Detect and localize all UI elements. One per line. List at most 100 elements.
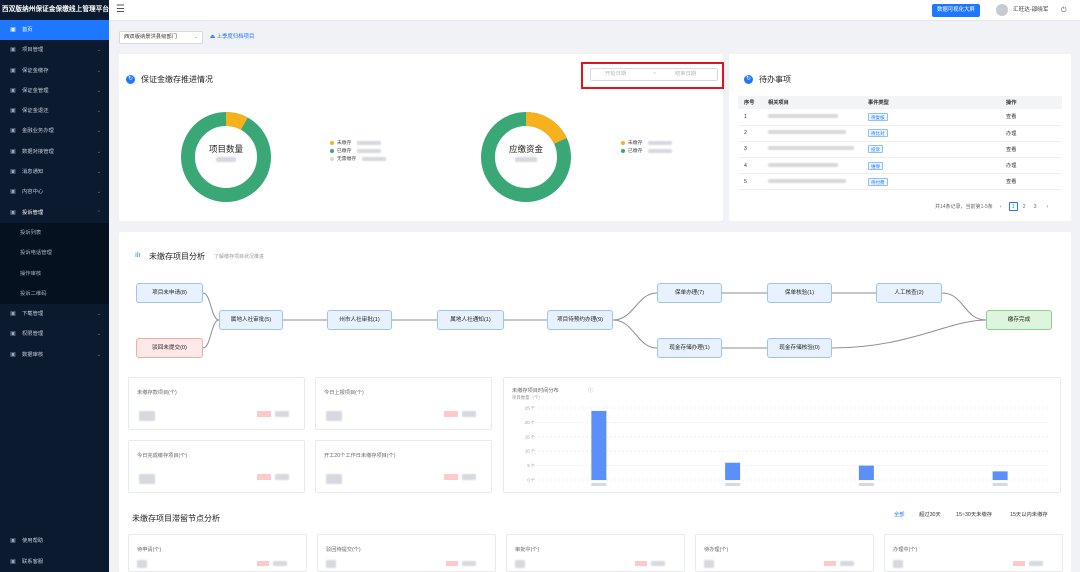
flow-node-complete[interactable]: 缴存完成 [986, 310, 1052, 330]
flow-node-pending-booking[interactable]: 项目待预约办理(9) [547, 310, 613, 330]
pager-page[interactable]: 3 [1031, 203, 1040, 212]
row-action-link[interactable]: 查看 [1006, 147, 1016, 153]
flow-node-local-approval[interactable]: 属地人社审批(5) [219, 310, 283, 330]
row-action-link[interactable]: 办理 [1006, 131, 1016, 137]
date-separator: ~ [653, 71, 657, 77]
retention-card: 办理中(个) [884, 534, 1063, 572]
segment-1[interactable]: 超过30天 [919, 510, 941, 518]
stat-trend [257, 474, 271, 480]
sidebar-item-sub-0[interactable]: 投诉列表 [0, 223, 109, 243]
sidebar-item-7[interactable]: ▣ 消息通知 ⌄ [0, 162, 109, 182]
time-distribution-chart-card: 未缴存项目时间分布 ⓘ 项目数量（个） 25 个 20 个 15 个 10 个5 个0… [503, 377, 1061, 493]
retention-trend [635, 561, 647, 566]
sidebar-item-2[interactable]: ▣ 保证金缴存 ⌄ [0, 61, 109, 81]
row-action-link[interactable]: 查看 [1006, 114, 1016, 120]
row-project [762, 157, 862, 175]
service-icon: ▣ [10, 558, 16, 565]
row-project [762, 109, 862, 126]
bar[interactable] [591, 410, 607, 480]
pager-summary: 共14条记录，当前第1-5条 [935, 204, 993, 210]
content-icon: ▣ [10, 189, 16, 196]
date-start-input[interactable]: 开始日期 [605, 69, 626, 80]
sidebar-item-bottom-0[interactable]: ▣ 使用帮助 [0, 531, 109, 551]
flow-node-unapplied[interactable]: 项目未申请(8) [136, 283, 203, 303]
chevron-down-icon: ⌄ [96, 169, 101, 176]
bigscreen-button[interactable]: 数据可视化大屏 [932, 4, 980, 17]
stat-card-today-reported: 今日上报项目(个) [315, 377, 492, 430]
sidebar-item-12[interactable]: ▣ 数据审核 ⌄ [0, 345, 109, 365]
stat-value [139, 474, 155, 484]
todo-card: ↻ 待办事项 序号 相关项目 事件类型 操作 1 待复核 查看 2 待比对 办理 3 投诉 查看… [729, 54, 1071, 221]
row-no: 4 [738, 157, 762, 175]
sidebar-item-5[interactable]: ▣ 金融业务办理 ⌄ [0, 121, 109, 141]
sidebar-item-sub-1[interactable]: 投诉电话管理 [0, 243, 109, 263]
segment-2[interactable]: 15~30天未缴存 [956, 510, 992, 518]
bar[interactable] [725, 462, 741, 480]
sidebar-item-10[interactable]: ▣ 下载管理 ⌄ [0, 304, 109, 324]
sidebar-item-9[interactable]: ▣ 投诉管理 ⌃ [0, 203, 109, 223]
row-no: 3 [738, 141, 762, 159]
pager-prev-icon[interactable]: ‹ [996, 203, 1005, 212]
logout-icon[interactable]: ⏻ [1061, 0, 1067, 21]
retention-trend [824, 561, 836, 566]
legend-value [356, 140, 381, 145]
bar[interactable] [992, 471, 1008, 480]
row-action-link[interactable]: 查看 [1006, 179, 1016, 185]
flow-node-policy-verify[interactable]: 保单核验(1) [767, 283, 832, 303]
flow-node-cash-deposit[interactable]: 现金存储办理(1) [657, 338, 722, 358]
pager-next-icon[interactable]: › [1043, 203, 1052, 212]
analysis-card: ılı 未缴存项目分析 了解缴存项目状况推进 项目未申请(8) 驳回未提交(0)… [119, 232, 1071, 572]
home-icon: ▣ [10, 27, 16, 33]
flow-node-rejected[interactable]: 驳回未提交(0) [136, 338, 203, 358]
legend-item: 未缴存 [621, 140, 672, 147]
flow-node-cash-verify[interactable]: 现金存储核验(0) [767, 338, 832, 358]
legend-value [361, 156, 386, 161]
legend-dot [330, 156, 334, 161]
segment-3[interactable]: 15天以内未缴存 [1010, 510, 1048, 518]
y-tick-label: 5 个 [527, 463, 535, 468]
event-type-tag: 待付费 [868, 177, 888, 186]
flow-node-policy[interactable]: 保单办理(7) [657, 283, 722, 303]
sidebar-item-11[interactable]: ▣ 权限管理 ⌄ [0, 324, 109, 344]
project-select[interactable]: 西双版纳景洪县级部门 ⌄ [119, 31, 203, 44]
row-action-link[interactable]: 办理 [1006, 163, 1016, 169]
table-row: 4 维保 办理 [738, 157, 1062, 175]
row-project-value [768, 146, 854, 151]
sidebar-item-8[interactable]: ▣ 内容中心 ⌄ [0, 182, 109, 202]
user-name[interactable]: 汇旺达-邵晓军 [1013, 0, 1048, 21]
sidebar-item-4[interactable]: ▣ 保证金退还 ⌄ [0, 101, 109, 121]
segment-0[interactable]: 全部 [894, 510, 905, 518]
retention-label: 审批中(个) [515, 547, 540, 553]
sidebar-item-3[interactable]: ▣ 保证金管理 ⌄ [0, 81, 109, 101]
date-end-input[interactable]: 结束日期 [675, 69, 696, 80]
sidebar-item-label: 数据审核 [22, 351, 44, 358]
sidebar-item-bottom-1[interactable]: ▣ 联系客服 [0, 552, 109, 572]
sidebar-item-sub-3[interactable]: 投诉二维码 [0, 284, 109, 304]
stat-label: 开工20个工作日未缴存项目(个) [324, 453, 396, 459]
table-row: 3 投诉 查看 [738, 141, 1062, 159]
avatar[interactable] [996, 4, 1008, 16]
row-project [762, 141, 862, 159]
archive-link[interactable]: ⏏ 上季度归档项目 [210, 31, 254, 44]
legend-value [356, 148, 381, 153]
menu-toggle-icon[interactable]: ☰ [116, 4, 125, 16]
donut2-center-label: 应缴资金 [508, 144, 543, 154]
bar[interactable] [858, 465, 874, 480]
sidebar-item-label: 投诉列表 [20, 229, 42, 236]
date-range-picker[interactable]: 开始日期 ~ 结束日期 [590, 68, 718, 81]
chevron-down-icon: ⌄ [96, 67, 101, 74]
sidebar-item-0[interactable]: ▣ 首页 [0, 20, 109, 41]
sidebar-item-1[interactable]: ▣ 项目管理 ⌄ [0, 40, 109, 60]
todo-title: 待办事项 [759, 75, 791, 84]
sidebar-item-6[interactable]: ▣ 数据对接管理 ⌄ [0, 142, 109, 162]
flow-node-city-approval[interactable]: 州市人社审批(1) [327, 310, 392, 330]
event-type-tag: 维保 [868, 161, 883, 170]
help-icon: ▣ [10, 538, 16, 545]
pager-page[interactable]: 1 [1008, 202, 1018, 211]
sidebar-item-sub-2[interactable]: 操作审核 [0, 264, 109, 284]
sidebar-item-label: 金融业务办理 [22, 128, 54, 135]
flow-node-manual-check[interactable]: 人工核查(2) [876, 283, 942, 303]
flow-node-local-notice[interactable]: 属地人社通知(1) [437, 310, 504, 330]
project-icon: ▣ [10, 47, 16, 54]
pager-page[interactable]: 2 [1020, 203, 1029, 212]
